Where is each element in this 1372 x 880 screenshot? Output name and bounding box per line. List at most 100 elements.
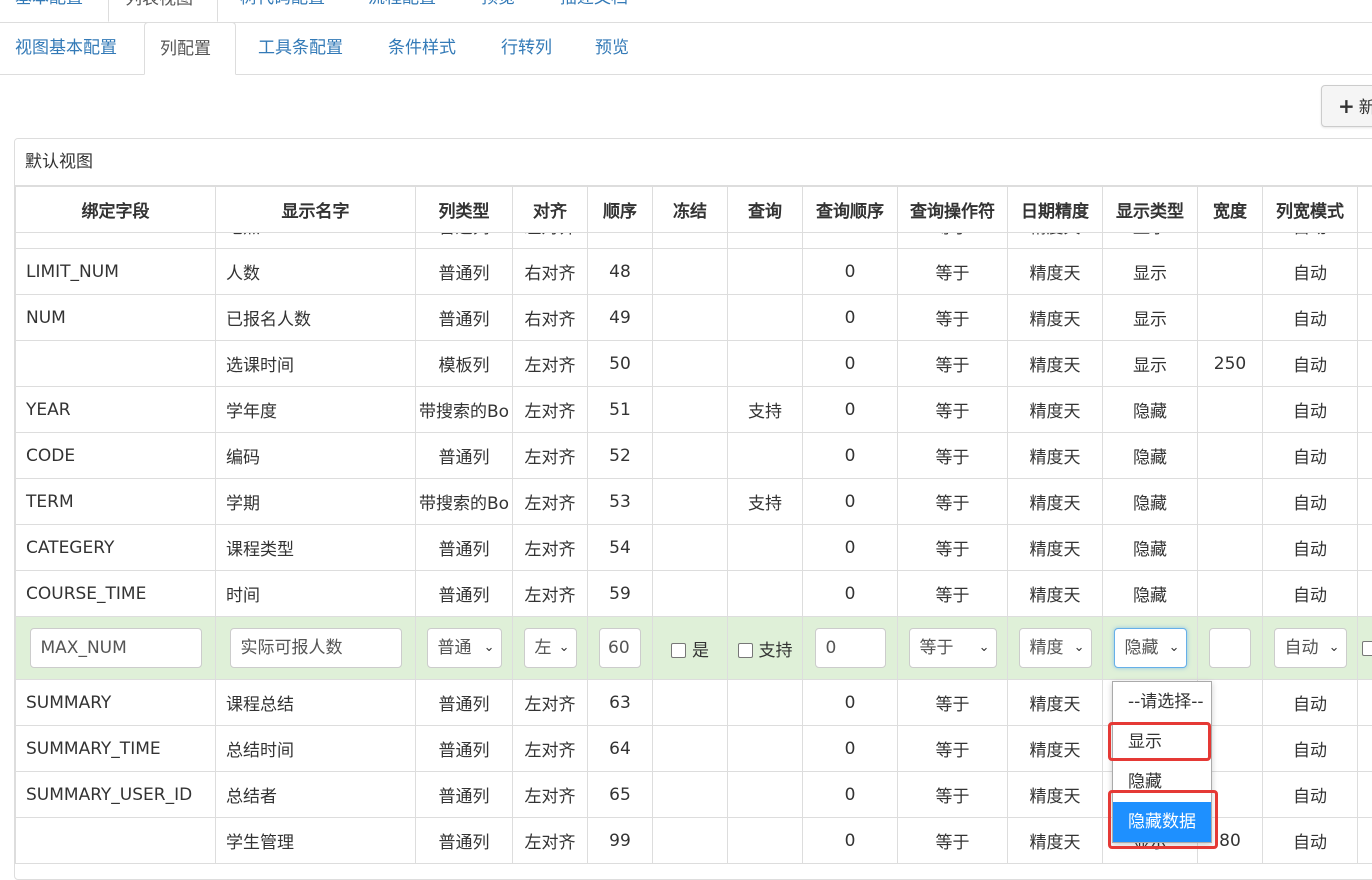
cell-width-mode: 自动 (1263, 249, 1358, 295)
cell-order: 63 (588, 680, 653, 726)
field-input[interactable]: MAX_NUM (30, 628, 202, 668)
cell-extra (1358, 433, 1372, 479)
cell-align: 右对齐 (513, 249, 588, 295)
cell-name: 学期 (216, 479, 416, 525)
cell-operator: 等于 (898, 433, 1008, 479)
align-select-value: 左 (535, 638, 552, 658)
query-order-input[interactable]: 0 (815, 628, 886, 668)
header-operator: 查询操作符 (898, 187, 1008, 233)
cell-query (728, 772, 803, 818)
table-row[interactable]: LIMIT_NUM人数普通列右对齐480等于精度天显示自动 (16, 249, 1372, 295)
cell-display-type: 隐藏 (1103, 387, 1198, 433)
cell-query-order: 0 (803, 295, 898, 341)
cell-name: 总结时间 (216, 726, 416, 772)
table-row[interactable]: CODE编码普通列左对齐520等于精度天隐藏自动 (16, 433, 1372, 479)
header-width-mode: 列宽模式 (1263, 187, 1358, 233)
tab-row-to-column[interactable]: 行转列 (486, 22, 567, 74)
cell-display-type: 隐藏 (1103, 571, 1198, 617)
query-checkbox[interactable] (738, 643, 753, 658)
table-row[interactable]: 选课时间模板列左对齐500等于精度天显示250自动 (16, 341, 1372, 387)
cell-order: 52 (588, 433, 653, 479)
order-input[interactable]: 60 (599, 628, 641, 668)
header-type: 列类型 (416, 187, 513, 233)
cell-frozen (653, 772, 728, 818)
cell-width (1198, 232, 1263, 249)
width-input[interactable] (1209, 628, 1251, 668)
tab-toolbar-config[interactable]: 工具条配置 (243, 22, 358, 74)
date-precision-select[interactable]: 精度⌄ (1019, 628, 1092, 668)
table-row[interactable]: COURSE_TIME时间普通列左对齐590等于精度天隐藏自动 (16, 571, 1372, 617)
cell-type: 普通列 (416, 571, 513, 617)
cell-type: 普通列 (416, 433, 513, 479)
dropdown-option[interactable]: 隐藏数据 (1113, 802, 1211, 842)
tab-flow-config[interactable]: 流程配置 (368, 0, 436, 22)
table-row[interactable]: CATEGERY课程类型普通列左对齐540等于精度天隐藏自动 (16, 525, 1372, 571)
cell-order: 53 (588, 479, 653, 525)
cell-name: 学生管理 (216, 818, 416, 864)
tab-preview-top[interactable]: 预览 (481, 0, 515, 22)
cell-align: 左对齐 (513, 680, 588, 726)
name-input[interactable]: 实际可报人数 (230, 628, 402, 668)
header-query: 查询 (728, 187, 803, 233)
operator-select[interactable]: 等于⌄ (909, 628, 997, 668)
cell-display-type: 隐藏 (1103, 433, 1198, 479)
display-type-dropdown: --请选择--显示隐藏隐藏数据 (1112, 681, 1212, 843)
cell-query (728, 680, 803, 726)
tab-basic-config[interactable]: 基本配置 (15, 0, 83, 22)
cell-query (728, 295, 803, 341)
tab-list-view[interactable]: 列表视图 (108, 0, 218, 22)
cell-display-type: 显示 (1103, 232, 1198, 249)
cell-query (728, 726, 803, 772)
display-type-select-value: 隐藏 (1125, 638, 1159, 658)
cell-width-mode: 自动 (1263, 525, 1358, 571)
new-button[interactable]: +新 (1321, 85, 1372, 127)
extra-checkbox[interactable] (1362, 641, 1372, 656)
cell-query-order: 0 (803, 726, 898, 772)
cell-query-order: 0 (803, 525, 898, 571)
table-row[interactable]: ADDRESS地点普通列左对齐470等于精度天显示自动 (16, 232, 1372, 249)
tab-view-basic-config[interactable]: 视图基本配置 (0, 22, 132, 74)
tab-column-config[interactable]: 列配置 (144, 22, 236, 75)
table-row[interactable]: YEAR学年度带搜索的Bo左对齐51支持0等于精度天隐藏自动 (16, 387, 1372, 433)
cell-name: 地点 (216, 232, 416, 249)
cell-type: 普通列 (416, 232, 513, 249)
header-extra (1358, 187, 1372, 233)
cell-width-mode: 自动 (1263, 680, 1358, 726)
tab-description-doc[interactable]: 描述文档 (560, 0, 628, 22)
align-select[interactable]: 左⌄ (524, 628, 577, 668)
new-button-label: 新 (1359, 98, 1372, 118)
edit-cell-operator: 等于⌄ (898, 617, 1008, 680)
cell-width (1198, 571, 1263, 617)
dropdown-option[interactable]: 显示 (1113, 722, 1211, 762)
tab-tree-code-config[interactable]: 树代码配置 (240, 0, 325, 22)
edit-cell-name: 实际可报人数 (216, 617, 416, 680)
cell-name: 总结者 (216, 772, 416, 818)
dropdown-option[interactable]: 隐藏 (1113, 762, 1211, 802)
tab-preview[interactable]: 预览 (580, 22, 644, 74)
cell-date-precision: 精度天 (1008, 571, 1103, 617)
table-row[interactable]: NUM已报名人数普通列右对齐490等于精度天显示自动 (16, 295, 1372, 341)
cell-extra (1358, 249, 1372, 295)
cell-query-order: 0 (803, 680, 898, 726)
frozen-label: 是 (692, 641, 709, 661)
column-type-select[interactable]: 普通⌄ (427, 628, 502, 668)
cell-field: YEAR (16, 387, 216, 433)
tab-condition-style[interactable]: 条件样式 (373, 22, 471, 74)
cell-order: 48 (588, 249, 653, 295)
cell-extra (1358, 726, 1372, 772)
cell-operator: 等于 (898, 680, 1008, 726)
edit-cell-width-mode: 自动⌄ (1263, 617, 1358, 680)
dropdown-option[interactable]: --请选择-- (1113, 682, 1211, 722)
cell-width-mode: 自动 (1263, 571, 1358, 617)
width-mode-select[interactable]: 自动⌄ (1274, 628, 1347, 668)
display-type-select[interactable]: 隐藏⌄ (1114, 628, 1187, 668)
cell-type: 普通列 (416, 295, 513, 341)
cell-operator: 等于 (898, 525, 1008, 571)
cell-order: 59 (588, 571, 653, 617)
frozen-checkbox[interactable] (671, 643, 686, 658)
cell-field: NUM (16, 295, 216, 341)
table-row[interactable]: TERM学期带搜索的Bo左对齐53支持0等于精度天隐藏自动 (16, 479, 1372, 525)
cell-query-order: 0 (803, 479, 898, 525)
cell-extra (1358, 387, 1372, 433)
cell-width-mode: 自动 (1263, 232, 1358, 249)
